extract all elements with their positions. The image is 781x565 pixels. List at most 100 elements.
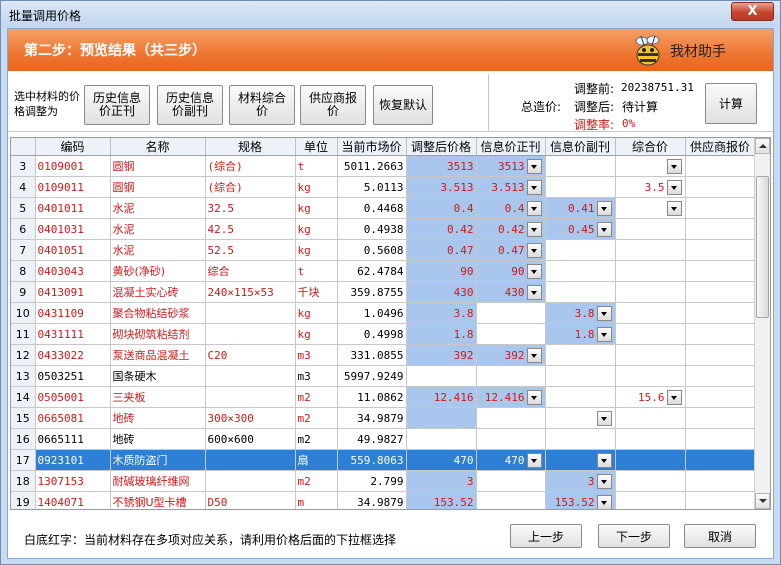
supplier-quote[interactable] — [685, 344, 756, 366]
column-header[interactable]: 规格 — [205, 138, 296, 156]
composite-price[interactable] — [615, 281, 686, 303]
supplier-quote[interactable] — [685, 428, 756, 450]
adjusted-price[interactable]: 0.42 — [406, 218, 477, 240]
close-button[interactable]: X — [731, 2, 774, 21]
cancel-button[interactable]: 取消 — [684, 524, 756, 548]
table-row[interactable]: 8 0403043 黄砂(净砂) 综合 t 62.4784 90 90 — [11, 260, 756, 282]
supplier-quote[interactable] — [685, 386, 756, 408]
supplier-quote[interactable] — [685, 365, 756, 387]
composite-price[interactable] — [615, 449, 686, 471]
info-sub-price[interactable] — [545, 155, 616, 177]
composite-price[interactable] — [615, 218, 686, 240]
supplier-quote[interactable] — [685, 155, 756, 177]
composite-price[interactable] — [615, 344, 686, 366]
info-sub-price[interactable] — [545, 260, 616, 282]
scroll-down-icon[interactable] — [755, 493, 770, 509]
table-row[interactable]: 15 0665081 地砖 300×300 m2 34.9879 — [11, 407, 756, 429]
info-sub-price[interactable] — [545, 428, 616, 450]
dropdown-arrow-icon[interactable] — [526, 264, 542, 279]
info-main-price[interactable] — [476, 491, 546, 509]
composite-price[interactable] — [615, 491, 686, 509]
adjusted-price[interactable]: 430 — [406, 281, 477, 303]
column-header[interactable]: 调整后价格 — [406, 138, 477, 156]
dropdown-arrow-icon[interactable] — [666, 180, 682, 195]
info-sub-price[interactable]: 1.8 — [545, 323, 616, 345]
table-row[interactable]: 5 0401011 水泥 32.5 kg 0.4468 0.4 0.4 0.41 — [11, 197, 756, 219]
info-sub-price[interactable] — [545, 365, 616, 387]
info-main-price[interactable]: 430 — [476, 281, 546, 303]
adjusted-price[interactable]: 3.513 — [406, 176, 477, 198]
info-main-price[interactable] — [476, 365, 546, 387]
calculate-button[interactable]: 计算 — [705, 83, 757, 124]
adjusted-price[interactable]: 0.47 — [406, 239, 477, 261]
info-main-price[interactable]: 0.42 — [476, 218, 546, 240]
composite-price[interactable] — [615, 155, 686, 177]
supplier-quote[interactable] — [685, 491, 756, 509]
dropdown-arrow-icon[interactable] — [596, 201, 612, 216]
column-header[interactable]: 编码 — [35, 138, 111, 156]
table-row[interactable]: 16 0665111 地砖 600×600 m2 49.9827 — [11, 428, 756, 450]
dropdown-arrow-icon[interactable] — [666, 159, 682, 174]
dropdown-arrow-icon[interactable] — [596, 495, 612, 509]
supplier-quote[interactable] — [685, 239, 756, 261]
column-header[interactable] — [11, 138, 36, 156]
table-row[interactable]: 18 1307153 耐碱玻璃纤维网 m2 2.799 3 3 — [11, 470, 756, 492]
dropdown-arrow-icon[interactable] — [526, 201, 542, 216]
dropdown-arrow-icon[interactable] — [526, 348, 542, 363]
info-main-price[interactable]: 90 — [476, 260, 546, 282]
table-row[interactable]: 13 0503251 国条硬木 m3 5997.9249 — [11, 365, 756, 387]
table-row[interactable]: 7 0401051 水泥 52.5 kg 0.5608 0.47 0.47 — [11, 239, 756, 261]
column-header[interactable]: 信息价正刊 — [476, 138, 546, 156]
dropdown-arrow-icon[interactable] — [666, 390, 682, 405]
adjusted-price[interactable]: 470 — [406, 449, 477, 471]
table-row[interactable]: 19 1404071 不锈钢U型卡槽 D50 m 34.9879 153.52 153.52 — [11, 491, 756, 509]
column-header[interactable]: 单位 — [295, 138, 338, 156]
info-main-price[interactable]: 0.47 — [476, 239, 546, 261]
column-header[interactable]: 信息价副刊 — [545, 138, 616, 156]
adjusted-price[interactable]: 392 — [406, 344, 477, 366]
table-row[interactable]: 4 0109011 圆钢 (综合) kg 5.0113 3.513 3.513 3.5 — [11, 176, 756, 198]
composite-price[interactable] — [615, 365, 686, 387]
supplier-quote[interactable] — [685, 470, 756, 492]
dropdown-arrow-icon[interactable] — [526, 285, 542, 300]
info-main-price[interactable]: 3513 — [476, 155, 546, 177]
column-header[interactable]: 当前市场价 — [337, 138, 407, 156]
info-main-price[interactable] — [476, 302, 546, 324]
dropdown-arrow-icon[interactable] — [596, 453, 612, 468]
adjusted-price[interactable] — [406, 428, 477, 450]
supplier-quote[interactable] — [685, 302, 756, 324]
composite-price[interactable] — [615, 407, 686, 429]
supplier-quote[interactable] — [685, 449, 756, 471]
history-sub-price-button[interactable]: 历史信息价副刊 — [157, 85, 223, 125]
info-main-price[interactable]: 392 — [476, 344, 546, 366]
dropdown-arrow-icon[interactable] — [596, 327, 612, 342]
info-sub-price[interactable]: 153.52 — [545, 491, 616, 509]
dropdown-arrow-icon[interactable] — [526, 243, 542, 258]
next-step-button[interactable]: 下一步 — [598, 524, 670, 548]
supplier-quote[interactable] — [685, 176, 756, 198]
table-row[interactable]: 6 0401031 水泥 42.5 kg 0.4938 0.42 0.42 0.45 — [11, 218, 756, 240]
supplier-quote[interactable] — [685, 407, 756, 429]
dropdown-arrow-icon[interactable] — [526, 159, 542, 174]
restore-default-button[interactable]: 恢复默认 — [373, 85, 433, 125]
info-main-price[interactable]: 12.416 — [476, 386, 546, 408]
dropdown-arrow-icon[interactable] — [596, 222, 612, 237]
composite-price[interactable] — [615, 323, 686, 345]
composite-price[interactable]: 15.6 — [615, 386, 686, 408]
info-sub-price[interactable]: 0.45 — [545, 218, 616, 240]
info-main-price[interactable] — [476, 407, 546, 429]
adjusted-price[interactable]: 90 — [406, 260, 477, 282]
info-main-price[interactable]: 3.513 — [476, 176, 546, 198]
adjusted-price[interactable]: 3 — [406, 470, 477, 492]
info-sub-price[interactable] — [545, 407, 616, 429]
material-composite-price-button[interactable]: 材料综合价 — [229, 85, 295, 125]
dropdown-arrow-icon[interactable] — [596, 306, 612, 321]
table-row[interactable]: 11 0431111 砌块砌筑粘结剂 kg 0.4998 1.8 1.8 — [11, 323, 756, 345]
adjusted-price[interactable]: 0.4 — [406, 197, 477, 219]
composite-price[interactable] — [615, 470, 686, 492]
dropdown-arrow-icon[interactable] — [666, 201, 682, 216]
dropdown-arrow-icon[interactable] — [526, 180, 542, 195]
info-sub-price[interactable] — [545, 344, 616, 366]
history-main-price-button[interactable]: 历史信息价正刊 — [84, 85, 150, 125]
adjusted-price[interactable]: 1.8 — [406, 323, 477, 345]
